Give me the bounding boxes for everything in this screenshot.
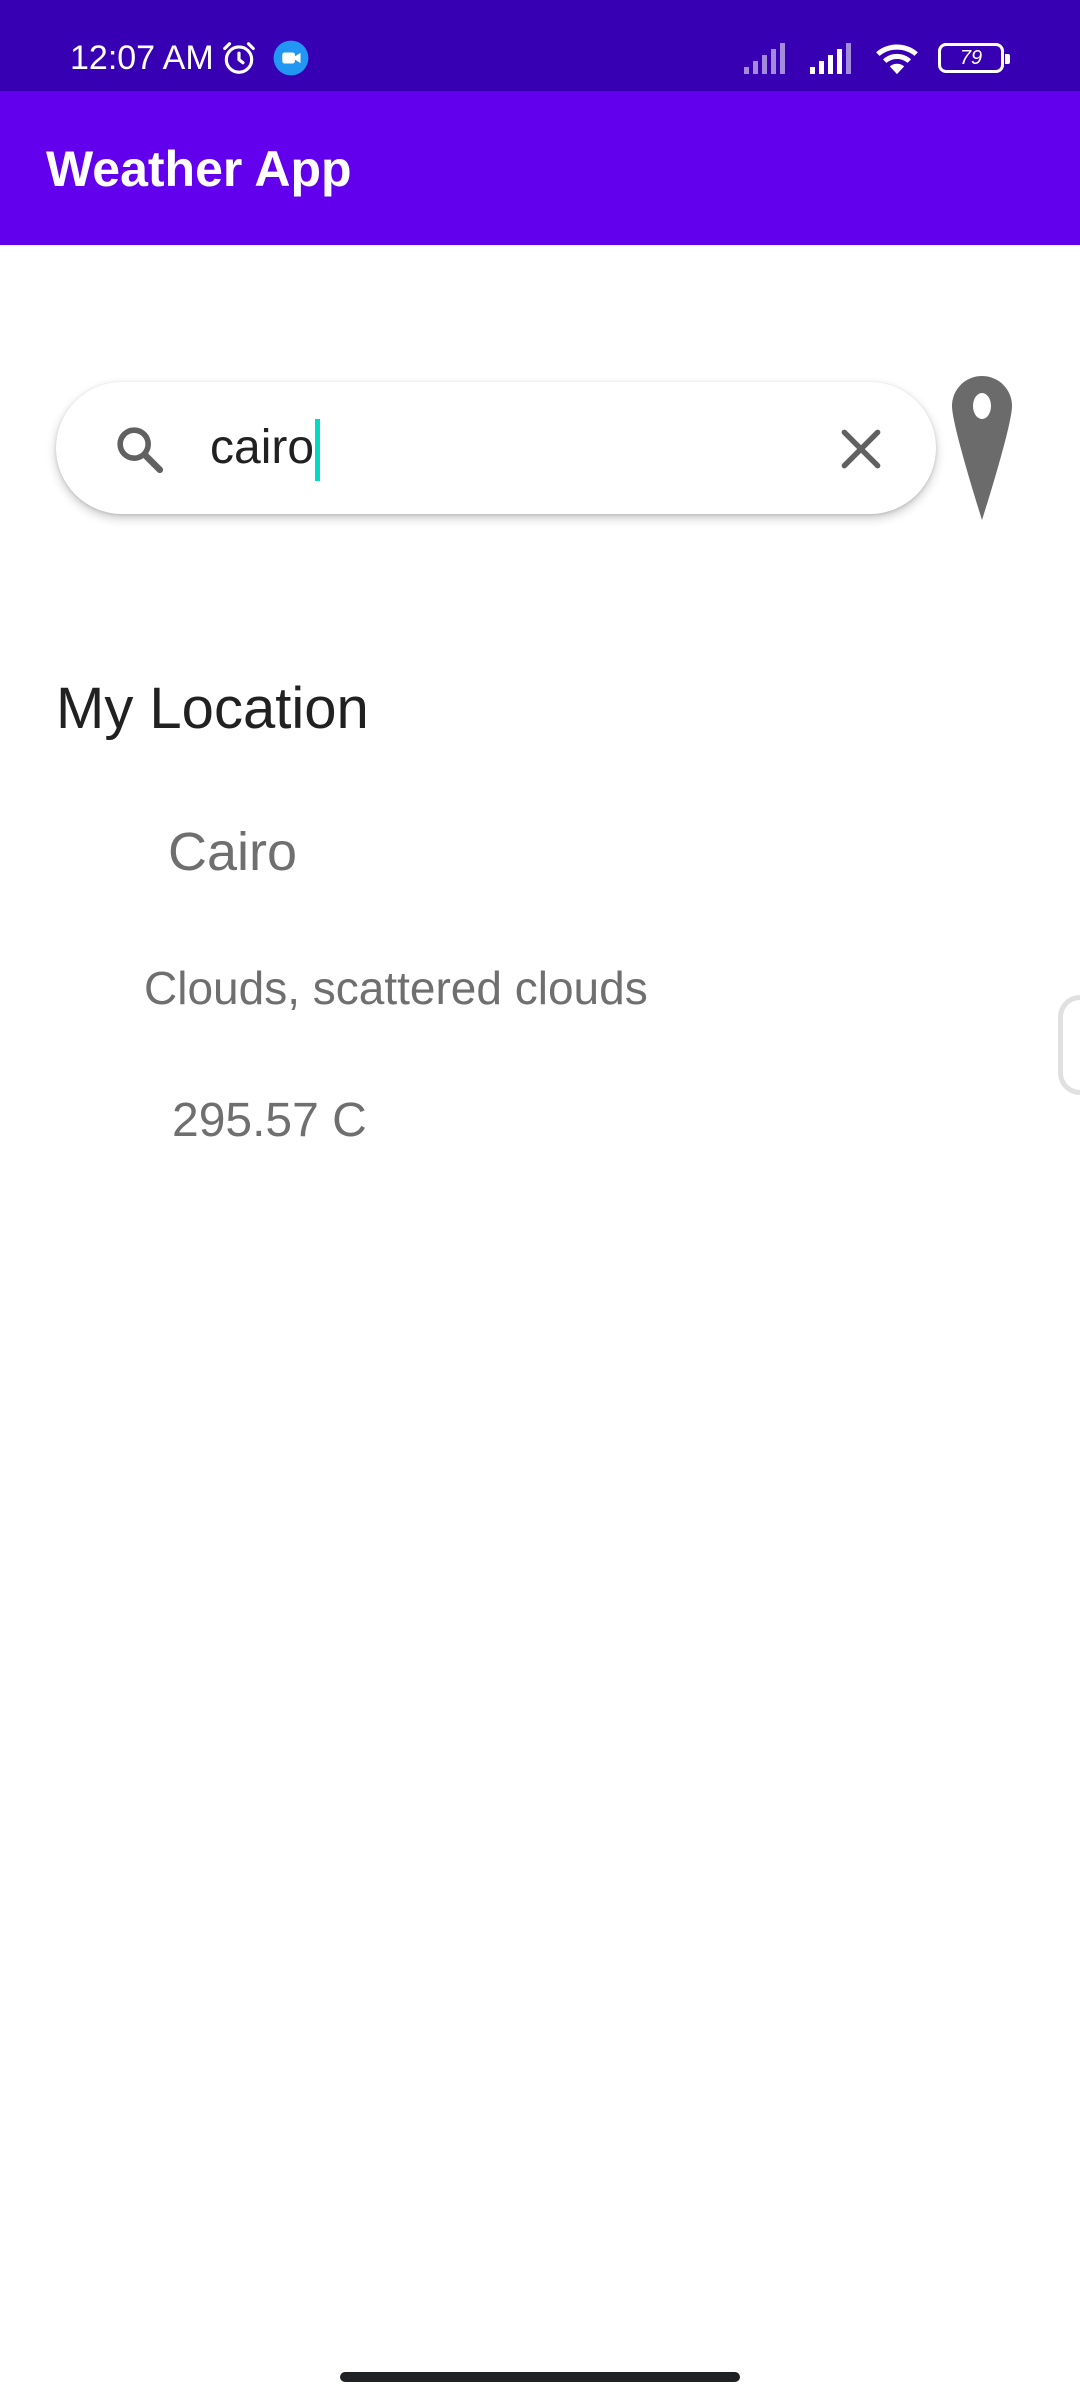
temperature: 295.57 C	[172, 1094, 367, 1147]
clear-icon[interactable]	[836, 424, 886, 474]
screen: 12:07 AM 79 Weather App cairo My Locatio…	[0, 0, 1080, 2400]
app-bar: Weather App	[0, 91, 1080, 245]
app-title: Weather App	[46, 141, 352, 197]
wifi-icon	[876, 44, 918, 75]
search-icon[interactable]	[112, 422, 168, 478]
map-pin-icon[interactable]	[950, 374, 1014, 522]
search-box[interactable]: cairo	[56, 382, 936, 514]
signal-icon	[744, 43, 785, 74]
search-input[interactable]: cairo	[210, 418, 321, 482]
city-name: Cairo	[168, 822, 298, 882]
weather-description: Clouds, scattered clouds	[144, 962, 648, 1014]
alarm-icon	[223, 42, 255, 74]
search-input-value: cairo	[210, 421, 315, 474]
meet-icon	[273, 40, 309, 76]
home-indicator[interactable]	[340, 2372, 740, 2382]
battery-level: 79	[959, 47, 983, 69]
status-bar: 12:07 AM 79	[0, 0, 1080, 91]
text-caret	[315, 419, 321, 482]
signal-icon	[810, 43, 851, 74]
edge-handle[interactable]	[1058, 995, 1080, 1095]
status-time: 12:07 AM	[70, 39, 214, 77]
section-title: My Location	[56, 676, 369, 741]
status-left-icons	[220, 38, 310, 78]
battery-icon: 79	[938, 43, 1010, 73]
status-right-icons: 79	[742, 36, 1010, 80]
